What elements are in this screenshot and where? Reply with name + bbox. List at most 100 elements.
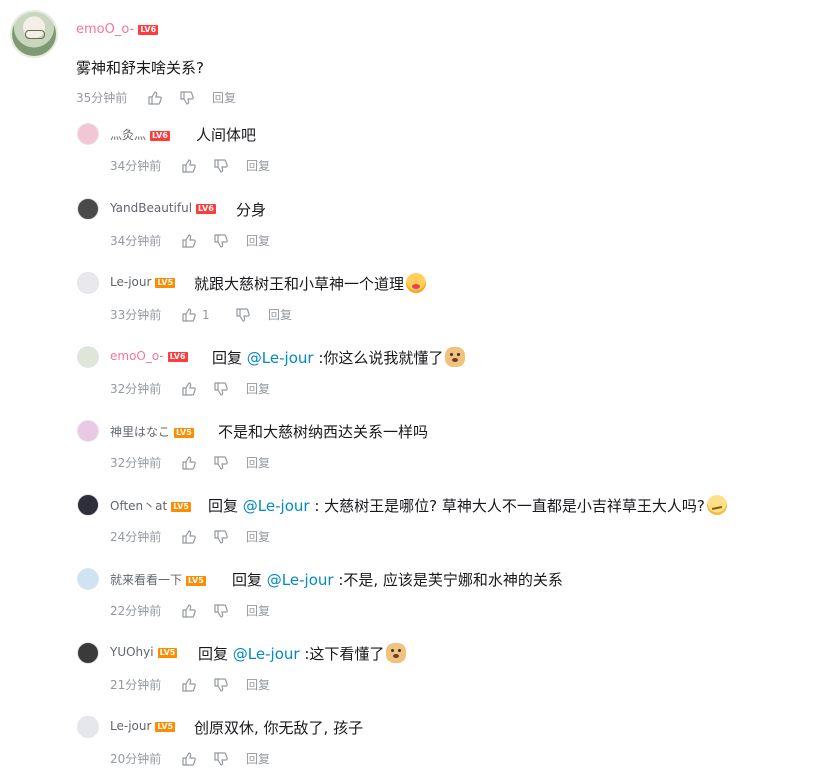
dislike-button[interactable]	[214, 233, 246, 249]
reply-avatar[interactable]	[77, 123, 99, 145]
reply-avatar[interactable]	[77, 642, 99, 664]
reply-author[interactable]: 就来看看一下 LV5	[110, 571, 206, 588]
reply-prefix: 回复	[232, 571, 263, 589]
level-badge: LV5	[186, 575, 206, 586]
thumbs-down-icon	[214, 751, 228, 766]
thumbs-up-icon	[182, 751, 196, 766]
reply-author-name[interactable]: YUOhyi	[110, 645, 154, 659]
reply-button[interactable]: 回复	[246, 676, 270, 693]
reply-author-name[interactable]: 神里はなこ	[110, 425, 170, 439]
reply-avatar[interactable]	[77, 716, 99, 738]
like-button[interactable]	[182, 677, 214, 693]
reply-meta: 24分钟前 回复	[110, 528, 270, 545]
reply-button[interactable]: 回复	[246, 380, 270, 397]
reply-author-name[interactable]: Le-jour	[110, 275, 151, 289]
like-button[interactable]: 1	[182, 307, 236, 323]
reply-avatar[interactable]	[77, 346, 99, 368]
like-button[interactable]	[148, 90, 180, 106]
user-avatar[interactable]	[10, 10, 58, 58]
reply-button[interactable]: 回复	[246, 528, 270, 545]
mention-link[interactable]: @Le-jour	[233, 645, 300, 663]
kiss-emoji-icon	[406, 273, 427, 293]
like-count: 1	[202, 307, 210, 322]
glasses-decoration	[25, 30, 45, 39]
reply-author-name[interactable]: 就来看看一下	[110, 573, 182, 587]
reply-author-name[interactable]: emoO_o-	[110, 349, 164, 363]
reply-button[interactable]: 回复	[268, 306, 292, 323]
level-badge: LV6	[150, 130, 170, 141]
dislike-button[interactable]	[236, 307, 268, 323]
reply-text: 回复 @Le-jour :你这么说我就懂了	[212, 347, 466, 368]
doge-emoji-icon	[386, 643, 407, 663]
reply-avatar[interactable]	[77, 272, 99, 294]
reply-avatar[interactable]	[77, 198, 99, 220]
dislike-button[interactable]	[214, 677, 246, 693]
reply-text: 回复 @Le-jour :这下看懂了	[198, 643, 407, 664]
mention-link[interactable]: @Le-jour	[267, 571, 334, 589]
level-badge: LV5	[157, 647, 178, 658]
reply-avatar[interactable]	[77, 420, 99, 442]
reply-button[interactable]: 回复	[212, 89, 236, 106]
dislike-button[interactable]	[214, 603, 246, 619]
like-button[interactable]	[182, 158, 214, 174]
like-button[interactable]	[182, 529, 214, 545]
reply-author[interactable]: YUOhyi LV5	[110, 645, 178, 659]
thumbs-up-icon	[182, 455, 196, 470]
reply-body: 分身	[236, 201, 267, 219]
thumbs-down-icon	[214, 603, 228, 618]
reply-meta: 34分钟前 回复	[110, 157, 270, 174]
reply-time: 20分钟前	[110, 752, 162, 766]
like-button[interactable]	[182, 603, 214, 619]
dislike-button[interactable]	[214, 381, 246, 397]
reply-prefix: 回复	[198, 645, 229, 663]
reply-author-name[interactable]: YandBeautiful	[110, 201, 192, 215]
reply-avatar[interactable]	[77, 494, 99, 516]
reply-author[interactable]: 神里はなこ LV5	[110, 423, 194, 440]
thumbs-up-icon	[182, 381, 196, 396]
reply-meta: 34分钟前 回复	[110, 232, 270, 249]
dislike-button[interactable]	[214, 751, 246, 767]
reply-author-name[interactable]: Le-jour	[110, 719, 151, 733]
reply-prefix: 回复	[212, 349, 243, 367]
dislike-button[interactable]	[214, 158, 246, 174]
thumbs-down-icon	[214, 677, 228, 692]
reply-author[interactable]: Le-jour LV5	[110, 719, 176, 733]
comment-meta: 35分钟前 回复	[76, 89, 236, 106]
reply-author[interactable]: Often丶at LV5	[110, 497, 191, 514]
comment-author[interactable]: emoO_o- LV6	[76, 22, 159, 37]
thumbs-down-icon	[214, 529, 228, 544]
reply-button[interactable]: 回复	[246, 454, 270, 471]
reply-author[interactable]: YandBeautiful LV6	[110, 201, 216, 215]
reply-button[interactable]: 回复	[246, 232, 270, 249]
comment-thread: emoO_o- LV6 雾神和舒末啥关系? 35分钟前 回复 灬灸灬 LV6 人间体…	[0, 0, 829, 768]
like-button[interactable]	[182, 455, 214, 471]
thumbs-down-icon	[214, 381, 228, 396]
reply-avatar[interactable]	[77, 568, 99, 590]
thumbs-up-icon	[182, 677, 196, 692]
reply-author-name[interactable]: Often丶at	[110, 499, 167, 513]
reply-button[interactable]: 回复	[246, 602, 270, 619]
reply-text: 就跟大慈树王和小草神一个道理	[194, 273, 427, 294]
level-badge: LV6	[138, 24, 159, 35]
thumbs-up-icon	[182, 233, 196, 248]
reply-author[interactable]: emoO_o- LV6	[110, 349, 188, 363]
reply-button[interactable]: 回复	[246, 750, 270, 767]
thumbs-up-icon	[182, 307, 196, 322]
like-button[interactable]	[182, 233, 214, 249]
comment-time: 35分钟前	[76, 91, 128, 105]
reply-author-name[interactable]: 灬灸灬	[110, 128, 146, 142]
reply-button[interactable]: 回复	[246, 157, 270, 174]
dislike-button[interactable]	[180, 90, 212, 106]
reply-author[interactable]: 灬灸灬 LV6	[110, 126, 170, 143]
reply-text: 人间体吧	[196, 124, 256, 145]
reply-author[interactable]: Le-jour LV5	[110, 275, 176, 289]
level-badge: LV6	[196, 203, 216, 214]
mention-link[interactable]: @Le-jour	[243, 497, 310, 515]
mention-link[interactable]: @Le-jour	[247, 349, 314, 367]
reply-meta: 32分钟前 回复	[110, 380, 270, 397]
like-button[interactable]	[182, 381, 214, 397]
dislike-button[interactable]	[214, 529, 246, 545]
level-badge: LV6	[167, 351, 188, 362]
like-button[interactable]	[182, 751, 214, 767]
dislike-button[interactable]	[214, 455, 246, 471]
